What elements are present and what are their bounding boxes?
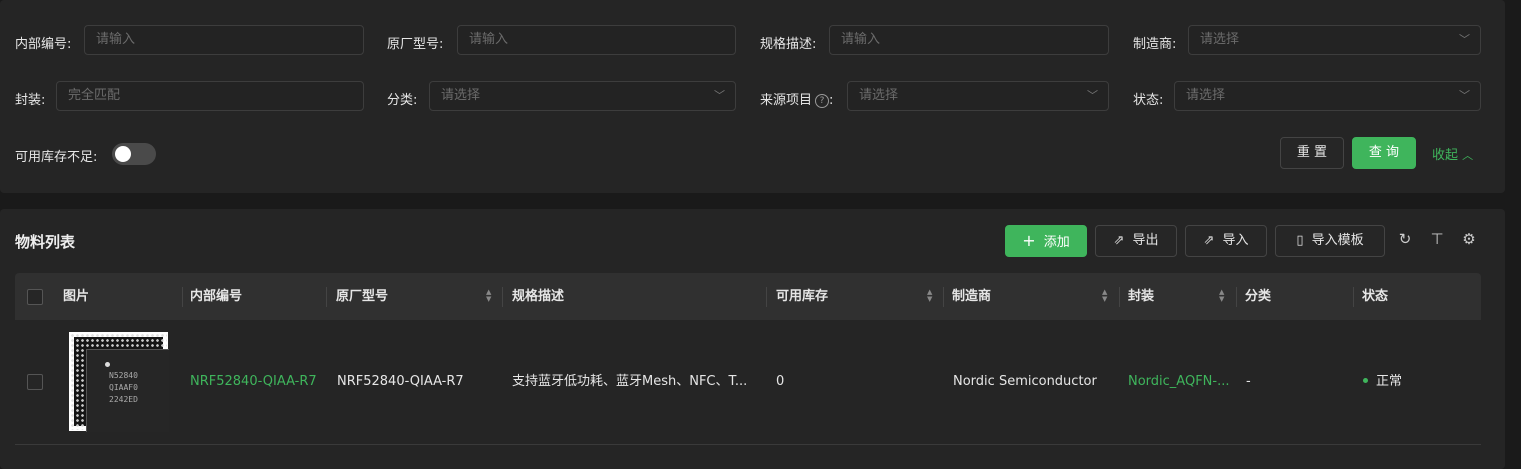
export-label: 导出: [1132, 233, 1159, 248]
column-divider: [1119, 287, 1120, 307]
package-label: 封装:: [15, 93, 46, 108]
select-all-checkbox[interactable]: [27, 289, 43, 305]
chip-marking-line: QIAAF0: [109, 383, 138, 392]
category-select[interactable]: 请选择 ﹀: [429, 81, 736, 111]
sort-icon[interactable]: ▲ ▼: [486, 289, 494, 303]
row-internal-code-link[interactable]: NRF52840-QIAA-R7: [190, 320, 317, 444]
status-dot: [1363, 378, 1368, 383]
chip-pin1-dot: [105, 362, 110, 367]
chevron-down-icon: ﹀: [1459, 89, 1470, 102]
column-divider: [502, 287, 503, 307]
status-label: 状态:: [1133, 93, 1164, 108]
row-spec: 支持蓝牙低功耗、蓝牙Mesh、NFC、T...: [512, 374, 748, 389]
source-project-select[interactable]: 请选择 ﹀: [847, 81, 1109, 111]
column-divider: [182, 287, 183, 307]
spec-label: 规格描述:: [760, 37, 817, 52]
col-status: 状态: [1362, 289, 1389, 304]
mfr-part-placeholder: 请输入: [469, 32, 509, 47]
sort-icon[interactable]: ▲ ▼: [927, 289, 935, 303]
col-stock[interactable]: 可用库存: [776, 273, 828, 320]
column-divider: [766, 287, 767, 307]
internal-code-input[interactable]: 请输入: [84, 25, 364, 55]
row-mfr-part: NRF52840-QIAA-R7: [337, 374, 464, 389]
chevron-down-icon: ﹀: [714, 89, 725, 102]
part-image[interactable]: N52840 QIAAF0 2242ED: [69, 332, 169, 432]
col-internal-code[interactable]: 内部编号: [190, 273, 242, 320]
column-height-icon[interactable]: ⊤: [1428, 230, 1446, 248]
chip-marking-line: 2242ED: [109, 395, 138, 404]
refresh-icon[interactable]: ↻: [1396, 230, 1414, 248]
source-project-colon: :: [829, 93, 834, 108]
mfr-part-input[interactable]: 请输入: [457, 25, 736, 55]
add-button[interactable]: + 添加: [1005, 225, 1087, 257]
row-checkbox[interactable]: [27, 374, 43, 390]
import-label: 导入: [1222, 233, 1249, 248]
status-select[interactable]: 请选择 ﹀: [1174, 81, 1481, 111]
col-spec: 规格描述: [512, 289, 565, 304]
col-image: 图片: [63, 289, 90, 304]
internal-code-placeholder: 请输入: [96, 32, 136, 47]
column-divider: [943, 287, 944, 307]
category-label: 分类:: [387, 93, 418, 108]
row-package-link[interactable]: Nordic_AQFN-...: [1128, 320, 1230, 444]
internal-code-label: 内部编号:: [15, 37, 72, 52]
column-divider: [1236, 287, 1237, 307]
column-divider: [1353, 287, 1354, 307]
manufacturer-select[interactable]: 请选择 ﹀: [1188, 25, 1481, 55]
col-manufacturer[interactable]: 制造商: [952, 273, 991, 320]
query-button[interactable]: 查 询: [1352, 137, 1416, 169]
col-mfr-part[interactable]: 原厂型号: [336, 273, 388, 320]
settings-icon[interactable]: ⚙: [1460, 230, 1478, 248]
add-label: 添加: [1043, 235, 1070, 250]
export-icon: ⇗: [1113, 233, 1125, 248]
reset-button[interactable]: 重 置: [1280, 137, 1344, 169]
spec-input[interactable]: 请输入: [829, 25, 1109, 55]
chevron-down-icon: ﹀: [1459, 33, 1470, 46]
col-category: 分类: [1245, 289, 1272, 304]
table-header: 图片 内部编号 原厂型号 ▲ ▼ 规格描述 可用库存 ▲ ▼ 制造商 ▲ ▼ 封装 ▲…: [15, 273, 1481, 320]
import-icon: ⇗: [1203, 233, 1215, 248]
toggle-knob: [115, 146, 131, 162]
manufacturer-placeholder: 请选择: [1200, 32, 1240, 47]
collapse-label: 收起: [1432, 148, 1459, 163]
chevron-down-icon: ﹀: [1087, 89, 1098, 102]
row-category: -: [1246, 374, 1251, 389]
plus-icon: +: [1022, 231, 1036, 250]
list-title: 物料列表: [15, 233, 76, 251]
column-divider: [326, 287, 327, 307]
low-stock-toggle[interactable]: [112, 143, 156, 165]
file-icon: ▯: [1296, 233, 1304, 248]
help-icon[interactable]: ?: [815, 94, 830, 108]
row-status: 正常: [1363, 320, 1402, 444]
category-placeholder: 请选择: [441, 88, 481, 103]
chip-marking-line: N52840: [109, 371, 138, 380]
row-manufacturer: Nordic Semiconductor: [953, 374, 1097, 389]
manufacturer-label: 制造商:: [1133, 37, 1177, 52]
low-stock-label: 可用库存不足:: [15, 150, 98, 165]
sort-icon[interactable]: ▲ ▼: [1102, 289, 1110, 303]
collapse-toggle[interactable]: 收起 ︿: [1432, 144, 1473, 163]
mfr-part-label: 原厂型号:: [387, 37, 444, 52]
spec-placeholder: 请输入: [841, 32, 881, 47]
import-template-label: 导入模板: [1311, 233, 1364, 248]
import-button[interactable]: ⇗ 导入: [1185, 225, 1267, 257]
table-row: NRF52840-QIAA-R7 NRF52840-QIAA-R7 支持蓝牙低功…: [15, 320, 1481, 445]
row-status-text: 正常: [1376, 374, 1403, 389]
source-project-label: 来源项目?:: [760, 89, 833, 108]
source-project-placeholder: 请选择: [859, 88, 899, 103]
export-button[interactable]: ⇗ 导出: [1095, 225, 1177, 257]
source-project-label-text: 来源项目: [760, 93, 813, 108]
package-input[interactable]: 完全匹配: [56, 81, 364, 111]
import-template-button[interactable]: ▯ 导入模板: [1275, 225, 1385, 257]
status-placeholder: 请选择: [1186, 88, 1226, 103]
row-stock: 0: [776, 374, 785, 389]
col-package[interactable]: 封装: [1128, 273, 1154, 320]
package-placeholder: 完全匹配: [68, 88, 121, 103]
chip-marking: N52840 QIAAF0 2242ED: [109, 370, 138, 406]
chevron-up-icon: ︿: [1462, 149, 1474, 162]
sort-icon[interactable]: ▲ ▼: [1219, 289, 1227, 303]
